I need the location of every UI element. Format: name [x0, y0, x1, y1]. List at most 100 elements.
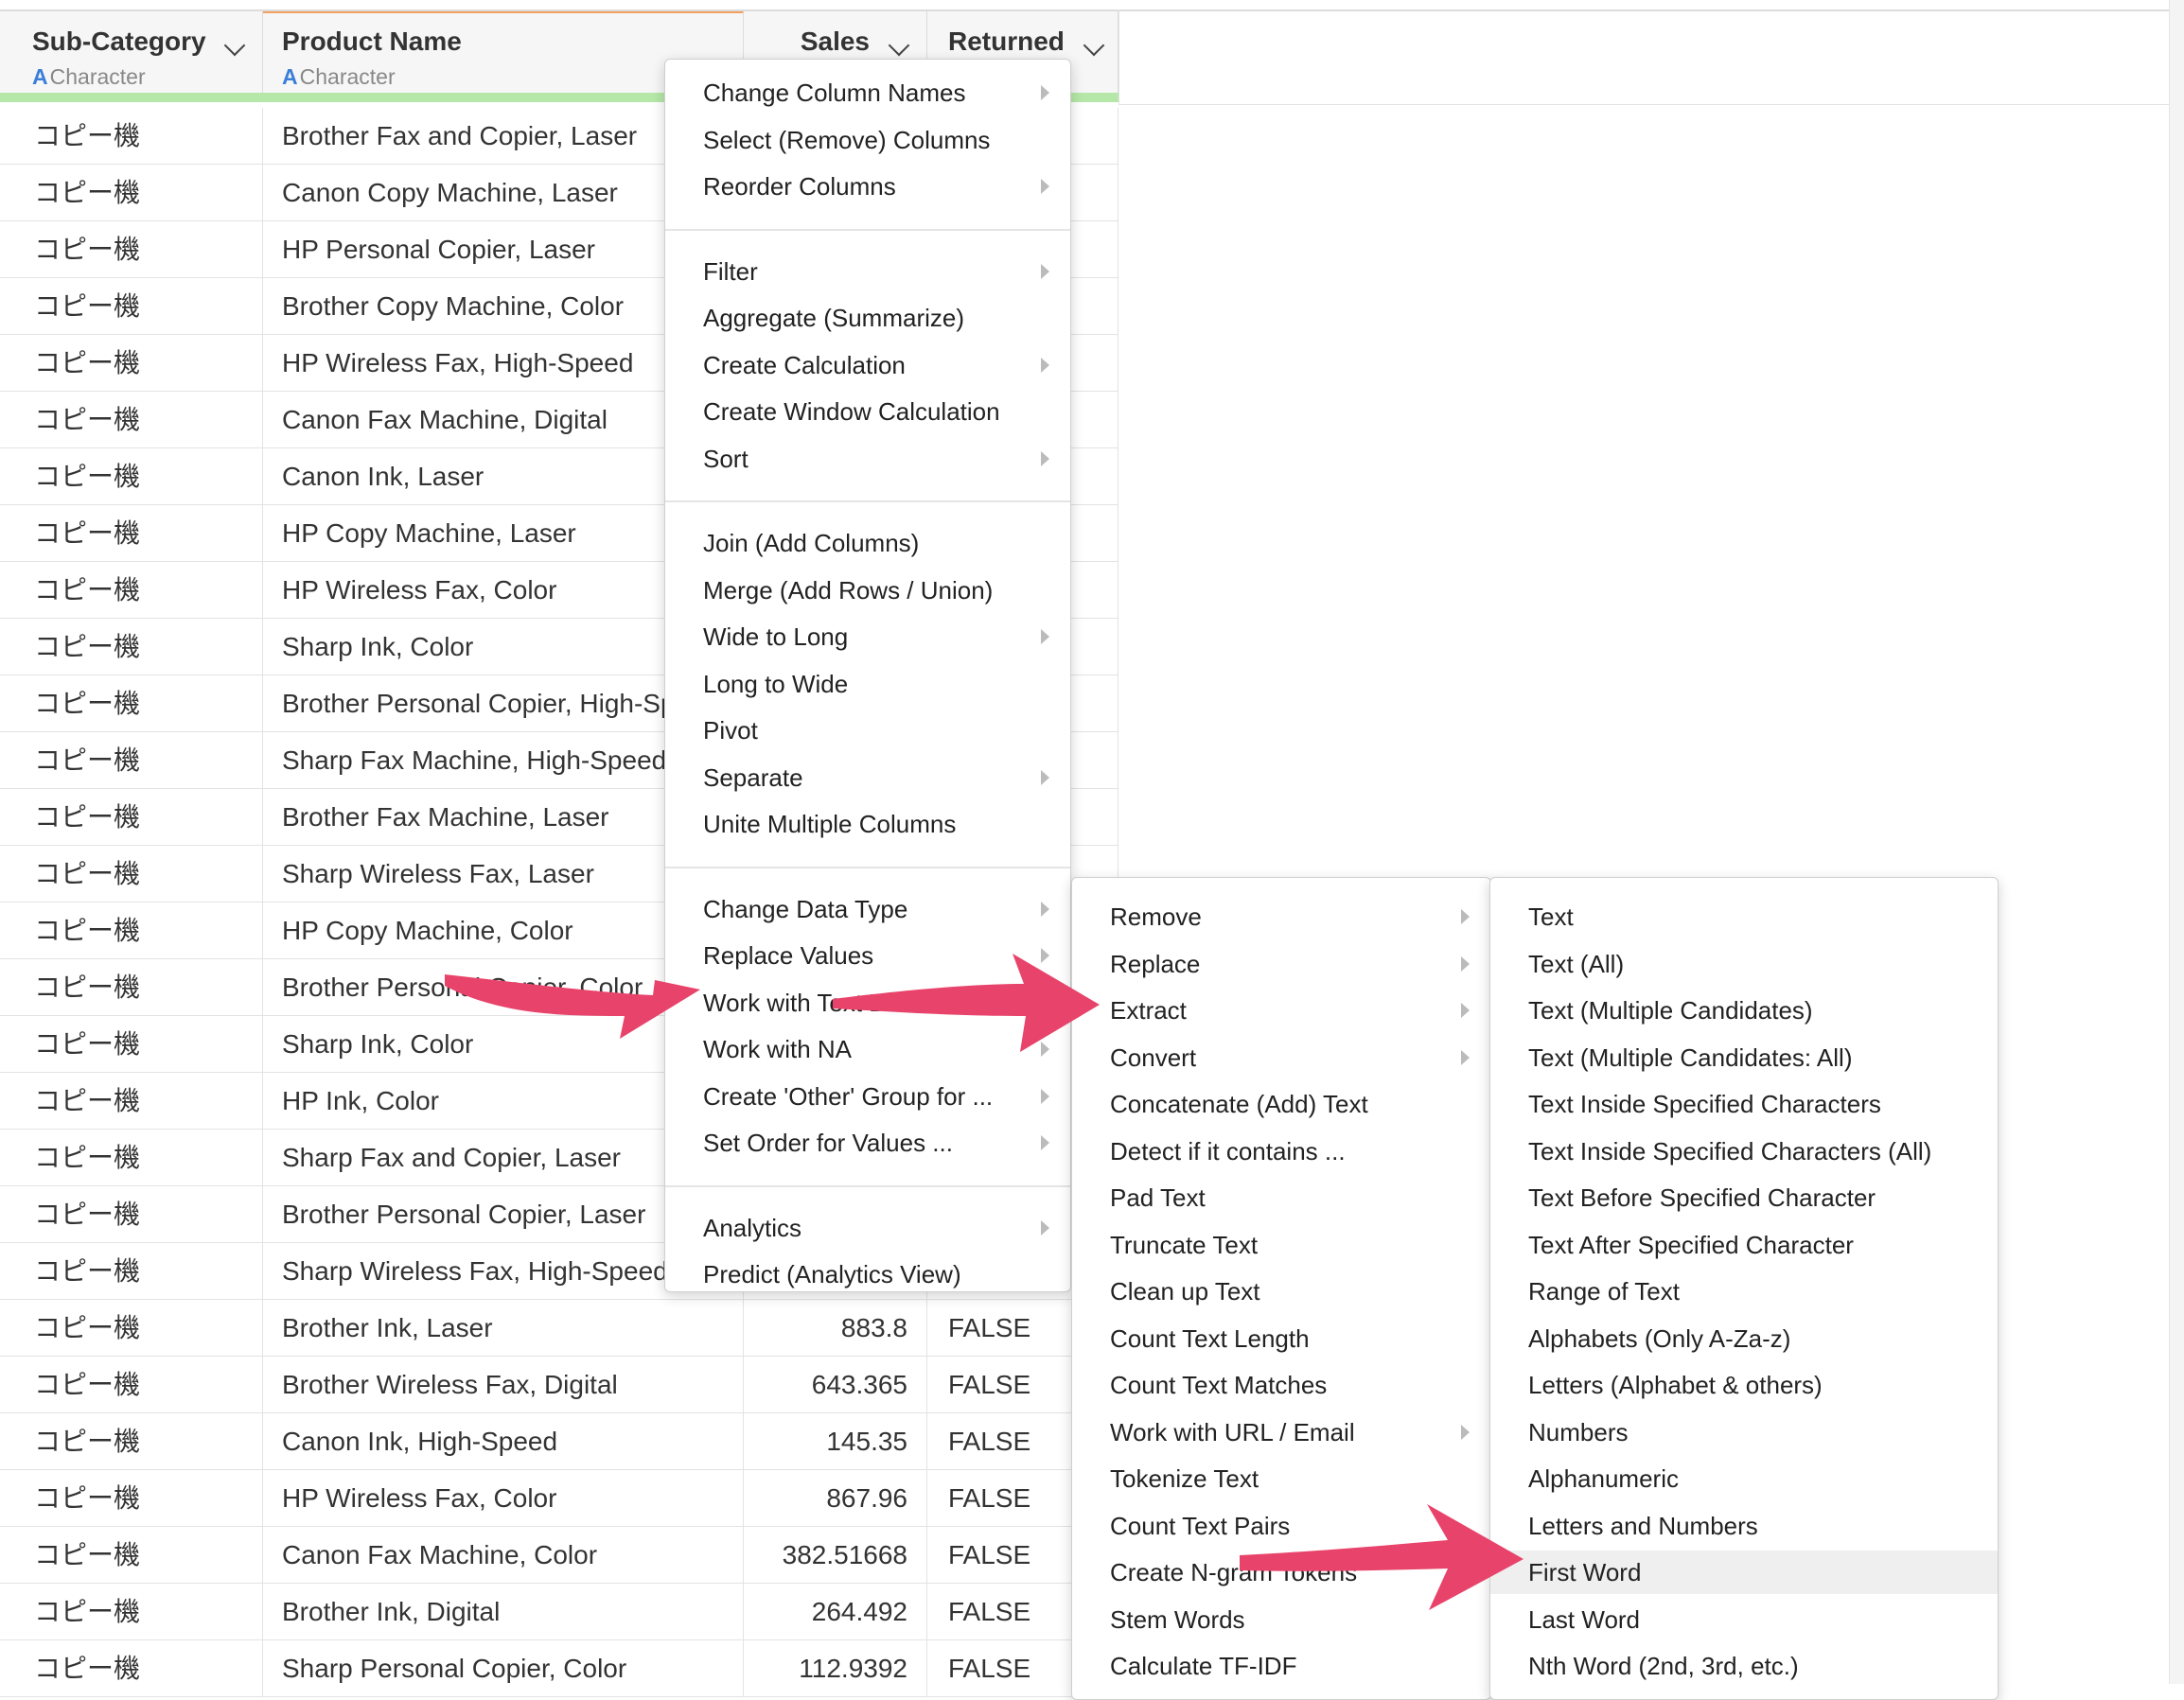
cell-product-name[interactable]: Brother Ink, Digital [263, 1584, 744, 1640]
menu-item-pivot[interactable]: Pivot [665, 709, 1070, 752]
menu-item-calculate-tf-idf[interactable]: Calculate TF-IDF [1072, 1644, 1490, 1688]
menu-item-alphanumeric[interactable]: Alphanumeric [1490, 1457, 1998, 1500]
cell-sub-category[interactable]: コピー機 [0, 1300, 263, 1357]
cell-sales[interactable]: 883.8 [744, 1300, 927, 1357]
cell-product-name[interactable]: Sharp Personal Copier, Color [263, 1640, 744, 1697]
cell-product-name[interactable]: Brother Wireless Fax, Digital [263, 1357, 744, 1413]
cell-product-name[interactable]: Canon Ink, High-Speed [263, 1413, 744, 1470]
menu-item-filter[interactable]: Filter [665, 250, 1070, 293]
menu-item-clean-up-text[interactable]: Clean up Text [1072, 1270, 1490, 1313]
cell-product-name[interactable]: HP Wireless Fax, Color [263, 1470, 744, 1527]
menu-item-long-to-wide[interactable]: Long to Wide [665, 662, 1070, 706]
menu-item-concatenate-add-text[interactable]: Concatenate (Add) Text [1072, 1082, 1490, 1126]
cell-sub-category[interactable]: コピー機 [0, 1470, 263, 1527]
menu-item-separate[interactable]: Separate [665, 756, 1070, 799]
menu-item-text-multiple-candidates[interactable]: Text (Multiple Candidates) [1490, 989, 1998, 1032]
table-row[interactable]: コピー機 HP Wireless Fax, Color 867.96 FALSE [0, 1470, 1118, 1527]
menu-item-wide-to-long[interactable]: Wide to Long [665, 615, 1070, 658]
menu-item-predict-analytics-view[interactable]: Predict (Analytics View) [665, 1253, 1070, 1291]
menu-item-change-column-names[interactable]: Change Column Names [665, 71, 1070, 114]
menu-item-merge-add-rows-union[interactable]: Merge (Add Rows / Union) [665, 569, 1070, 612]
menu-item-letters-alphabet-others[interactable]: Letters (Alphabet & others) [1490, 1363, 1998, 1407]
menu-item-count-text-pairs[interactable]: Count Text Pairs [1072, 1504, 1490, 1548]
menu-item-tokenize-text[interactable]: Tokenize Text [1072, 1457, 1490, 1500]
cell-sub-category[interactable]: コピー機 [0, 732, 263, 789]
cell-sub-category[interactable]: コピー機 [0, 846, 263, 903]
menu-item-truncate-text[interactable]: Truncate Text [1072, 1223, 1490, 1267]
menu-item-work-with-na[interactable]: Work with NA [665, 1027, 1070, 1071]
cell-sales[interactable]: 382.51668 [744, 1527, 927, 1584]
cell-sales[interactable]: 145.35 [744, 1413, 927, 1470]
cell-sub-category[interactable]: コピー機 [0, 448, 263, 505]
cell-sub-category[interactable]: コピー機 [0, 619, 263, 675]
cell-sub-category[interactable]: コピー機 [0, 675, 263, 732]
menu-item-detect-if-it-contains[interactable]: Detect if it contains ... [1072, 1130, 1490, 1173]
menu-item-analytics[interactable]: Analytics [665, 1206, 1070, 1250]
menu-item-convert[interactable]: Convert [1072, 1036, 1490, 1079]
cell-sub-category[interactable]: コピー機 [0, 1243, 263, 1300]
cell-sub-category[interactable]: コピー機 [0, 1413, 263, 1470]
cell-product-name[interactable]: Canon Fax Machine, Color [263, 1527, 744, 1584]
menu-item-replace-values[interactable]: Replace Values [665, 934, 1070, 977]
cell-sub-category[interactable]: コピー機 [0, 1357, 263, 1413]
menu-item-first-word[interactable]: First Word [1490, 1551, 1998, 1594]
menu-item-create-n-gram-tokens[interactable]: Create N-gram Tokens [1072, 1551, 1490, 1594]
menu-item-create-calculation[interactable]: Create Calculation [665, 343, 1070, 387]
table-row[interactable]: コピー機 Canon Ink, High-Speed 145.35 FALSE [0, 1413, 1118, 1470]
cell-sub-category[interactable]: コピー機 [0, 392, 263, 448]
menu-item-text[interactable]: Text [1490, 895, 1998, 938]
table-row[interactable]: コピー機 Sharp Personal Copier, Color 112.9392… [0, 1640, 1118, 1697]
cell-sub-category[interactable]: コピー機 [0, 562, 263, 619]
cell-sub-category[interactable]: コピー機 [0, 108, 263, 165]
cell-sales[interactable]: 643.365 [744, 1357, 927, 1413]
cell-sub-category[interactable]: コピー機 [0, 221, 263, 278]
menu-item-remove[interactable]: Remove [1072, 895, 1490, 938]
menu-item-text-all[interactable]: Text (All) [1490, 942, 1998, 986]
menu-item-work-with-text-data[interactable]: Work with Text Data [665, 981, 1070, 1025]
cell-sub-category[interactable]: コピー機 [0, 1640, 263, 1697]
table-row[interactable]: コピー機 Brother Wireless Fax, Digital 643.365… [0, 1357, 1118, 1413]
cell-sub-category[interactable]: コピー機 [0, 959, 263, 1016]
menu-item-create-window-calculation[interactable]: Create Window Calculation [665, 390, 1070, 433]
cell-sub-category[interactable]: コピー機 [0, 1073, 263, 1130]
menu-item-text-inside-specified-characters[interactable]: Text Inside Specified Characters [1490, 1082, 1998, 1126]
menu-item-text-inside-specified-characters-all[interactable]: Text Inside Specified Characters (All) [1490, 1130, 1998, 1173]
menu-item-change-data-type[interactable]: Change Data Type [665, 887, 1070, 931]
menu-item-range-of-text[interactable]: Range of Text [1490, 1270, 1998, 1313]
menu-item-alphabets-only-a-za-z[interactable]: Alphabets (Only A-Za-z) [1490, 1317, 1998, 1360]
scrollbar-track[interactable] [2169, 0, 2184, 1684]
cell-sub-category[interactable]: コピー機 [0, 165, 263, 221]
cell-sales[interactable]: 264.492 [744, 1584, 927, 1640]
chevron-down-icon[interactable] [1083, 34, 1105, 57]
cell-sub-category[interactable]: コピー機 [0, 1130, 263, 1186]
table-row[interactable]: コピー機 Canon Fax Machine, Color 382.51668 FAL… [0, 1527, 1118, 1584]
table-row[interactable]: コピー機 Brother Ink, Laser 883.8 FALSE [0, 1300, 1118, 1357]
cell-sub-category[interactable]: コピー機 [0, 1186, 263, 1243]
chevron-down-icon[interactable] [223, 34, 246, 57]
menu-item-replace[interactable]: Replace [1072, 942, 1490, 986]
cell-product-name[interactable]: Brother Ink, Laser [263, 1300, 744, 1357]
column-header-sub-category[interactable]: Sub-Category ACharacter [0, 9, 263, 98]
cell-sub-category[interactable]: コピー機 [0, 789, 263, 846]
menu-item-sort[interactable]: Sort [665, 437, 1070, 481]
menu-item-count-text-length[interactable]: Count Text Length [1072, 1317, 1490, 1360]
menu-item-reorder-columns[interactable]: Reorder Columns [665, 165, 1070, 208]
cell-sub-category[interactable]: コピー機 [0, 335, 263, 392]
menu-item-pad-text[interactable]: Pad Text [1072, 1176, 1490, 1219]
cell-sub-category[interactable]: コピー機 [0, 903, 263, 959]
menu-item-select-remove-columns[interactable]: Select (Remove) Columns [665, 118, 1070, 162]
menu-item-create-other-group-for[interactable]: Create 'Other' Group for ... [665, 1075, 1070, 1118]
menu-item-join-add-columns[interactable]: Join (Add Columns) [665, 521, 1070, 565]
menu-item-stem-words[interactable]: Stem Words [1072, 1598, 1490, 1641]
menu-item-text-multiple-candidates-all[interactable]: Text (Multiple Candidates: All) [1490, 1036, 1998, 1079]
menu-item-unite-multiple-columns[interactable]: Unite Multiple Columns [665, 802, 1070, 846]
menu-item-letters-and-numbers[interactable]: Letters and Numbers [1490, 1504, 1998, 1548]
menu-item-text-before-specified-character[interactable]: Text Before Specified Character [1490, 1176, 1998, 1219]
menu-item-nth-word-2nd-3rd-etc[interactable]: Nth Word (2nd, 3rd, etc.) [1490, 1644, 1998, 1688]
menu-item-text-after-specified-character[interactable]: Text After Specified Character [1490, 1223, 1998, 1267]
table-row[interactable]: コピー機 Brother Ink, Digital 264.492 FALSE [0, 1584, 1118, 1640]
menu-item-extract[interactable]: Extract [1072, 989, 1490, 1032]
chevron-down-icon[interactable] [888, 34, 910, 57]
cell-sub-category[interactable]: コピー機 [0, 1016, 263, 1073]
cell-sub-category[interactable]: コピー機 [0, 1584, 263, 1640]
